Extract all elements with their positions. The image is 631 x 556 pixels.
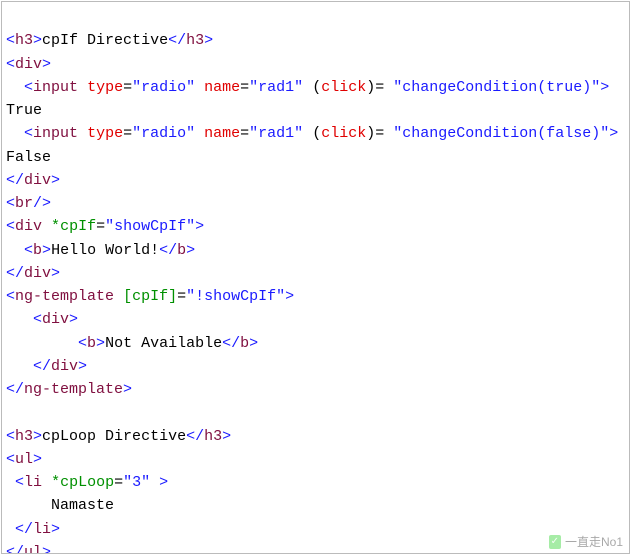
code-line: <input type="radio" name="rad1" (click)=… <box>6 79 609 96</box>
code-line: </div> <box>6 358 87 375</box>
code-line <box>6 404 15 421</box>
watermark: ✓ 一直走No1 <box>549 533 623 550</box>
code-line: <li *cpLoop="3" > <box>6 474 168 491</box>
code-line: True <box>6 102 42 119</box>
code-line: <ng-template [cpIf]="!showCpIf"> <box>6 288 294 305</box>
code-snippet: <h3>cpIf Directive</h3> <div> <input typ… <box>1 1 630 554</box>
code-line: <h3>cpLoop Directive</h3> <box>6 428 231 445</box>
code-line: </ul> <box>6 544 51 554</box>
wechat-icon: ✓ <box>549 535 561 549</box>
code-line: False <box>6 149 51 166</box>
code-line: <input type="radio" name="rad1" (click)=… <box>6 125 618 142</box>
code-line: </ng-template> <box>6 381 132 398</box>
code-line: <div> <box>6 311 78 328</box>
code-line: <div *cpIf="showCpIf"> <box>6 218 204 235</box>
code-line: <div> <box>6 56 51 73</box>
code-line: </div> <box>6 172 60 189</box>
watermark-text: 一直走No1 <box>565 533 623 550</box>
code-line: <b>Not Available</b> <box>6 335 258 352</box>
code-line: <ul> <box>6 451 42 468</box>
code-line: </div> <box>6 265 60 282</box>
code-line: Namaste <box>6 497 114 514</box>
code-line: </li> <box>6 521 60 538</box>
code-line: <br/> <box>6 195 51 212</box>
code-line: <h3>cpIf Directive</h3> <box>6 32 213 49</box>
code-line: <b>Hello World!</b> <box>6 242 195 259</box>
